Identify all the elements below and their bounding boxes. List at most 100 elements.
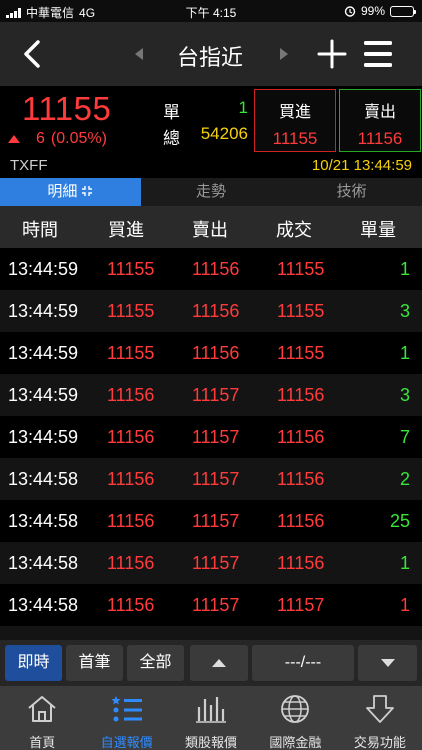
cell-sell: 11156 bbox=[192, 259, 240, 279]
menu-icon[interactable] bbox=[362, 39, 394, 69]
single-volume: 1 bbox=[238, 98, 248, 117]
page-title[interactable]: 台指近 bbox=[160, 40, 260, 72]
single-volume-label: 單 bbox=[163, 103, 180, 122]
buy-button[interactable]: 買進 11155 bbox=[254, 89, 336, 152]
tabbar-item-watchlist[interactable]: 自選報價 bbox=[84, 686, 168, 750]
tabbar-label: 自選報價 bbox=[100, 735, 153, 750]
table-row: 13:44:59 11156 11157 11156 7 bbox=[0, 416, 422, 458]
quote-datetime: 10/21 13:44:59 bbox=[311, 157, 412, 174]
cell-buy: 11156 bbox=[107, 595, 155, 615]
cell-trade: 11156 bbox=[277, 385, 325, 405]
tabbar-item-sector[interactable]: 類股報價 bbox=[169, 686, 253, 750]
tabbar-item-trade[interactable]: 交易功能 bbox=[338, 686, 422, 750]
tab-detail[interactable]: 明細 bbox=[0, 178, 141, 206]
total-volume: 54206 bbox=[200, 124, 248, 143]
tabbar-label: 交易功能 bbox=[353, 735, 406, 750]
page-down-button[interactable] bbox=[358, 645, 417, 681]
total-volume-label: 總 bbox=[163, 129, 180, 148]
cell-volume: 1 bbox=[399, 343, 410, 363]
cell-sell: 11157 bbox=[192, 511, 240, 531]
battery-percent: 99% bbox=[360, 4, 385, 18]
prev-symbol-icon[interactable] bbox=[133, 47, 145, 61]
tabbar-item-global[interactable]: 國際金融 bbox=[253, 686, 337, 750]
cell-trade: 11156 bbox=[277, 427, 325, 447]
cell-time: 13:44:58 bbox=[8, 553, 79, 573]
page-indicator: ---/--- bbox=[252, 645, 354, 681]
tabbar-label: 首頁 bbox=[29, 735, 56, 750]
control-bar: 即時 首筆 全部 ---/--- bbox=[0, 640, 422, 686]
buy-label: 買進 bbox=[278, 104, 311, 121]
cell-time: 13:44:59 bbox=[8, 301, 79, 321]
nav-bar: 台指近 bbox=[0, 22, 422, 86]
back-arrow-icon[interactable] bbox=[14, 36, 50, 72]
cell-time: 13:44:59 bbox=[8, 385, 79, 405]
sell-label: 賣出 bbox=[363, 104, 396, 121]
all-records-button[interactable]: 全部 bbox=[127, 645, 184, 681]
up-arrow-icon bbox=[212, 659, 226, 667]
collapse-icon bbox=[82, 186, 93, 196]
up-triangle-icon bbox=[8, 135, 20, 143]
cell-trade: 11156 bbox=[277, 511, 325, 531]
cell-time: 13:44:59 bbox=[8, 427, 79, 447]
table-header: 時間 買進 賣出 成交 單量 bbox=[0, 206, 422, 248]
table-row: 13:44:58 11156 11157 11156 25 bbox=[0, 500, 422, 542]
change-value: 6 bbox=[36, 130, 45, 147]
cell-volume: 3 bbox=[399, 301, 410, 321]
cell-volume: 1 bbox=[399, 553, 410, 573]
tab-trend[interactable]: 走勢 bbox=[141, 178, 282, 206]
watchlist-icon bbox=[111, 696, 142, 722]
table-row: 13:44:59 11155 11156 11155 1 bbox=[0, 332, 422, 374]
cell-volume: 1 bbox=[399, 595, 410, 615]
tab-technical[interactable]: 技術 bbox=[281, 178, 422, 206]
cell-sell: 11156 bbox=[192, 343, 240, 363]
header-time: 時間 bbox=[22, 220, 58, 240]
table-row: 13:44:58 11156 11157 11157 1 bbox=[0, 584, 422, 626]
cell-buy: 11155 bbox=[107, 259, 155, 279]
bottom-tab-bar: 首頁 自選報價 類股報價 國際金融 交易功能 bbox=[0, 686, 422, 750]
tabbar-label: 類股報價 bbox=[185, 735, 238, 750]
symbol-code: TXFF bbox=[10, 157, 48, 174]
table-row: 13:44:58 11156 11157 11156 1 bbox=[0, 542, 422, 584]
cell-time: 13:44:59 bbox=[8, 259, 79, 279]
table-row: 13:44:59 11156 11157 11156 3 bbox=[0, 374, 422, 416]
alarm-icon bbox=[344, 6, 356, 17]
cell-trade: 11157 bbox=[277, 595, 325, 615]
change-percent: (0.05%) bbox=[50, 130, 107, 147]
cell-buy: 11156 bbox=[107, 469, 155, 489]
view-tabs: 明細 走勢 技術 bbox=[0, 178, 422, 206]
sell-button[interactable]: 賣出 11156 bbox=[339, 89, 421, 152]
home-icon bbox=[28, 696, 56, 722]
first-record-button[interactable]: 首筆 bbox=[66, 645, 123, 681]
globe-icon bbox=[281, 695, 310, 723]
realtime-button[interactable]: 即時 bbox=[5, 645, 62, 681]
cell-buy: 11156 bbox=[107, 511, 155, 531]
next-symbol-icon[interactable] bbox=[278, 47, 290, 61]
price-change: 6 (0.05%) bbox=[8, 130, 107, 148]
table-row: 13:44:59 11155 11156 11155 1 bbox=[0, 248, 422, 290]
symbol-line: TXFF 10/21 13:44:59 bbox=[0, 156, 422, 178]
table-row: 13:44:58 11156 11157 11156 2 bbox=[0, 458, 422, 500]
tick-list[interactable]: 13:44:59 11155 11156 11155 1 13:44:59 11… bbox=[0, 248, 422, 640]
cell-sell: 11157 bbox=[192, 595, 240, 615]
cell-sell: 11157 bbox=[192, 469, 240, 489]
cell-volume: 2 bbox=[399, 469, 410, 489]
cell-sell: 11157 bbox=[192, 427, 240, 447]
sell-price: 11156 bbox=[357, 129, 403, 148]
cell-buy: 11156 bbox=[107, 385, 155, 405]
tabbar-item-home[interactable]: 首頁 bbox=[0, 686, 84, 750]
header-sell: 賣出 bbox=[192, 220, 228, 240]
down-arrow-icon bbox=[380, 659, 395, 667]
add-icon[interactable] bbox=[316, 38, 348, 70]
cell-buy: 11156 bbox=[107, 553, 155, 573]
tab-detail-label: 明細 bbox=[47, 183, 78, 200]
page-up-button[interactable] bbox=[190, 645, 248, 681]
cell-buy: 11155 bbox=[107, 343, 155, 363]
cell-trade: 11156 bbox=[277, 469, 325, 489]
table-row-partial bbox=[0, 626, 422, 640]
tabbar-label: 國際金融 bbox=[269, 735, 322, 750]
cell-volume: 7 bbox=[399, 427, 410, 447]
cell-time: 13:44:58 bbox=[8, 595, 79, 615]
bar-chart-icon bbox=[196, 697, 227, 723]
trade-arrow-icon bbox=[365, 695, 394, 723]
cell-trade: 11155 bbox=[277, 259, 325, 279]
